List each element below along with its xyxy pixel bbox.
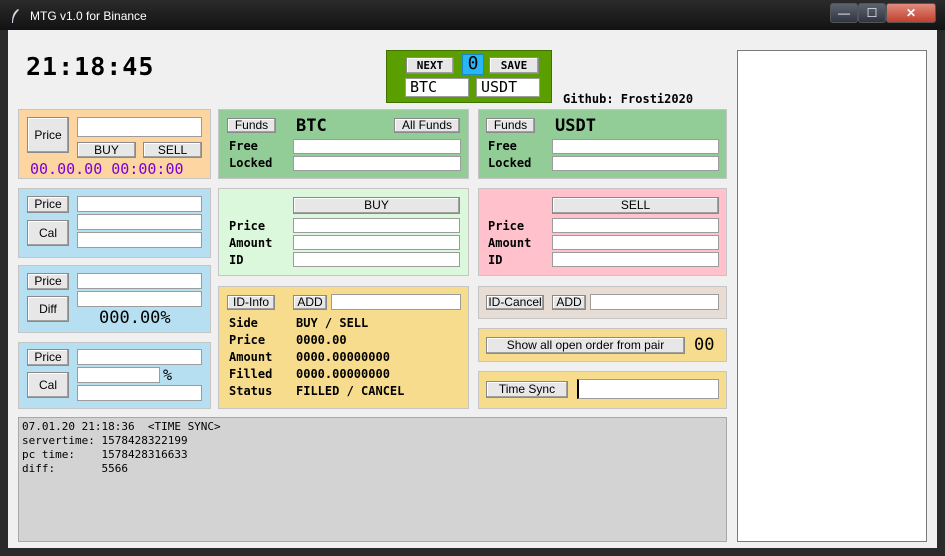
timestamp-display: 00.00.00 00:00:00 — [30, 160, 184, 178]
log-output[interactable]: 07.01.20 21:18:36 <TIME SYNC> servertime:… — [18, 417, 727, 542]
info-price-label: Price — [229, 333, 266, 347]
funds-quote-button[interactable]: Funds — [486, 118, 535, 133]
diff-percent: 000.00% — [99, 308, 171, 328]
quote-coin-field[interactable]: USDT — [476, 78, 540, 97]
buy-button[interactable]: BUY — [293, 197, 460, 214]
pair-counter: 0 — [462, 54, 484, 75]
funds-quote-coin: USDT — [555, 116, 596, 136]
buy-id-field[interactable] — [293, 252, 460, 267]
minimize-icon: — — [838, 6, 850, 20]
id-cancel-button[interactable]: ID-Cancel — [486, 295, 544, 310]
log-line: diff: 5566 — [22, 462, 128, 475]
free-label: Free — [229, 139, 258, 153]
info-status-value: FILLED / CANCEL — [296, 384, 405, 398]
next-button[interactable]: NEXT — [406, 57, 454, 74]
funds-base-button[interactable]: Funds — [227, 118, 276, 133]
base-free-field[interactable] — [293, 139, 461, 154]
order-list-pane[interactable] — [737, 50, 927, 542]
sell-button[interactable]: SELL — [552, 197, 719, 214]
all-funds-button[interactable]: All Funds — [394, 118, 460, 133]
id-cancel-field[interactable] — [590, 294, 719, 310]
buy-amount-label: Amount — [229, 236, 273, 250]
quote-free-field[interactable] — [552, 139, 719, 154]
quote-locked-field[interactable] — [552, 156, 719, 171]
cal2-button[interactable]: Cal — [27, 372, 69, 398]
save-button[interactable]: SAVE — [489, 57, 539, 74]
funds-base-coin: BTC — [296, 116, 327, 136]
cal2-percent-sign: % — [163, 366, 173, 384]
github-label: Github: Frosti2020 — [563, 92, 694, 106]
buy-id-label: ID — [229, 253, 244, 267]
cal1-button[interactable]: Cal — [27, 220, 69, 246]
clock: 21:18:45 — [26, 52, 155, 81]
sell-amount-label: Amount — [488, 236, 532, 250]
log-line: 07.01.20 21:18:36 <TIME SYNC> — [22, 420, 221, 433]
info-status-label: Status — [229, 384, 273, 398]
buy-amount-field[interactable] — [293, 235, 460, 250]
sell-price-label: Price — [488, 219, 525, 233]
sell-id-label: ID — [488, 253, 503, 267]
diff-button[interactable]: Diff — [27, 296, 69, 322]
time-sync-button[interactable]: Time Sync — [486, 381, 568, 398]
sell-amount-field[interactable] — [552, 235, 719, 250]
cal1-price-button[interactable]: Price — [27, 196, 69, 213]
maximize-icon: ☐ — [866, 6, 878, 20]
base-locked-field[interactable] — [293, 156, 461, 171]
info-amount-label: Amount — [229, 350, 273, 364]
log-line: pc time: 1578428316633 — [22, 448, 188, 461]
base-coin-field[interactable]: BTC — [405, 78, 469, 97]
cal2-price-button[interactable]: Price — [27, 349, 69, 366]
diff-field-1[interactable] — [77, 273, 202, 289]
diff-field-2[interactable] — [77, 291, 202, 307]
info-filled-label: Filled — [229, 367, 273, 381]
id-info-field[interactable] — [331, 294, 461, 310]
info-filled-value: 0000.00000000 — [296, 367, 390, 381]
maximize-button[interactable]: ☐ — [858, 3, 886, 23]
time-sync-field[interactable] — [577, 379, 719, 399]
cal1-field-1[interactable] — [77, 196, 202, 212]
info-amount-value: 0000.00000000 — [296, 350, 390, 364]
close-icon: ✕ — [905, 6, 917, 20]
buy-price-label: Price — [229, 219, 266, 233]
calc-sell-button[interactable]: SELL — [143, 142, 202, 158]
log-line: servertime: 1578428322199 — [22, 434, 188, 447]
price-input[interactable] — [77, 117, 202, 137]
id-info-add-button[interactable]: ADD — [293, 295, 327, 310]
open-orders-count: 00 — [694, 335, 715, 355]
window-frame-left — [0, 30, 8, 556]
info-side-label: Side — [229, 316, 258, 330]
window-frame-bottom — [0, 548, 945, 556]
price-button[interactable]: Price — [27, 117, 69, 153]
window-title: MTG v1.0 for Binance — [30, 9, 147, 23]
cal1-field-2[interactable] — [77, 214, 202, 230]
id-info-button[interactable]: ID-Info — [227, 295, 275, 310]
close-button[interactable]: ✕ — [886, 3, 936, 23]
calc-buy-button[interactable]: BUY — [77, 142, 136, 158]
locked-label: Locked — [488, 156, 532, 170]
sell-price-field[interactable] — [552, 218, 719, 233]
info-side-value: BUY / SELL — [296, 316, 369, 330]
id-cancel-add-button[interactable]: ADD — [552, 295, 586, 310]
diff-price-button[interactable]: Price — [27, 273, 69, 290]
free-label: Free — [488, 139, 517, 153]
minimize-button[interactable]: — — [830, 3, 858, 23]
cal2-field-2[interactable] — [77, 367, 160, 383]
cal2-field-3[interactable] — [77, 385, 202, 401]
window-frame-right — [937, 30, 945, 556]
cal2-field-1[interactable] — [77, 349, 202, 365]
sell-id-field[interactable] — [552, 252, 719, 267]
buy-price-field[interactable] — [293, 218, 460, 233]
info-price-value: 0000.00 — [296, 333, 347, 347]
show-open-orders-button[interactable]: Show all open order from pair — [486, 337, 685, 354]
locked-label: Locked — [229, 156, 273, 170]
feather-icon — [10, 8, 20, 24]
cal1-field-3[interactable] — [77, 232, 202, 248]
